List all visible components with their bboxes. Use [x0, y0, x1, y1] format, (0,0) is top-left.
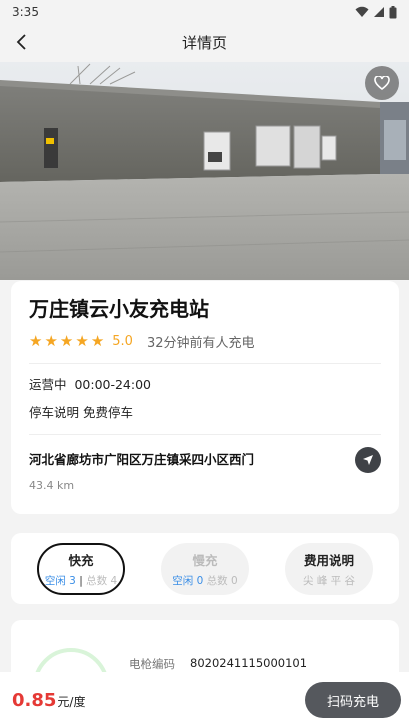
- total-count: 总数 4: [86, 574, 118, 587]
- navigate-button[interactable]: [355, 447, 381, 473]
- station-name: 万庄镇云小友充电站: [29, 297, 209, 321]
- star-rating: ★ ★ ★ ★ ★: [29, 334, 104, 349]
- gun-code: 8020241115000101: [190, 656, 308, 670]
- star-icon: ★: [29, 332, 43, 350]
- tab-label: 慢充: [192, 552, 218, 568]
- app-header: 详情页: [0, 24, 409, 60]
- tab-label: 费用说明: [303, 552, 354, 568]
- star-icon: ★: [44, 332, 58, 350]
- gun-code-label: 电枪编码: [129, 657, 175, 671]
- station-photo-image: [0, 62, 409, 280]
- price: 0.85 元/度: [12, 690, 85, 711]
- star-icon: ★: [75, 332, 89, 350]
- station-info-card: 万庄镇云小友充电站 ★ ★ ★ ★ ★ 5.0 32分钟前有人充电 运营中 00…: [11, 281, 399, 514]
- station-address: 河北省廊坊市广阳区万庄镇采四小区西门: [29, 452, 255, 467]
- star-icon: ★: [59, 332, 74, 350]
- battery-icon: [389, 5, 397, 18]
- tab-label: 快充: [68, 552, 94, 568]
- rating-value: 5.0: [112, 334, 133, 349]
- separator: |: [79, 574, 83, 587]
- price-unit: 元/度: [57, 694, 86, 709]
- distance: 43.4 km: [29, 479, 75, 492]
- peak-periods: 尖 峰 平 谷: [302, 574, 355, 587]
- free-count: 空闲 0: [172, 574, 204, 587]
- recent-activity: 32分钟前有人充电: [146, 336, 255, 351]
- star-icon: ★: [90, 332, 105, 350]
- status-bar: 3:35: [0, 0, 409, 24]
- chevron-left-icon: [16, 34, 26, 50]
- charger-tabs: 快充 空闲 3 | 总数 4 慢充 空闲 0 总数 0 费用说明 尖 峰 平 谷: [11, 533, 399, 604]
- rating-row: ★ ★ ★ ★ ★ 5.0 32分钟前有人充电: [29, 332, 381, 352]
- scan-charge-button[interactable]: 扫码充电: [305, 682, 401, 718]
- back-button[interactable]: [8, 28, 36, 56]
- free-count: 空闲 3: [44, 574, 76, 587]
- total-count: 总数 0: [206, 574, 238, 587]
- status-icons: [355, 5, 397, 19]
- signal-icon: [374, 7, 384, 17]
- tab-counts: 空闲 3 | 总数 4: [45, 573, 117, 588]
- operating-hours: 运营中 00:00-24:00: [29, 377, 152, 392]
- status-time: 3:35: [12, 5, 39, 19]
- parking-info: 停车说明 免费停车: [29, 405, 133, 420]
- page-title: 详情页: [181, 33, 227, 52]
- wifi-icon: [355, 6, 369, 17]
- divider: [29, 363, 381, 364]
- divider: [29, 434, 381, 435]
- tab-fee-info[interactable]: 费用说明 尖 峰 平 谷: [285, 542, 373, 595]
- heart-icon: [374, 76, 390, 90]
- tab-slow-charge[interactable]: 慢充 空闲 0 总数 0: [161, 542, 249, 595]
- address-row: 河北省廊坊市广阳区万庄镇采四小区西门: [29, 447, 381, 473]
- tab-fast-charge[interactable]: 快充 空闲 3 | 总数 4: [37, 542, 125, 595]
- price-value: 0.85: [12, 689, 57, 711]
- station-photo: [0, 62, 409, 280]
- favorite-button[interactable]: [365, 66, 399, 100]
- tab-counts: 空闲 0 总数 0: [172, 573, 237, 588]
- bottom-bar: 0.85 元/度 扫码充电: [0, 672, 409, 728]
- navigation-arrow-icon: [363, 455, 373, 465]
